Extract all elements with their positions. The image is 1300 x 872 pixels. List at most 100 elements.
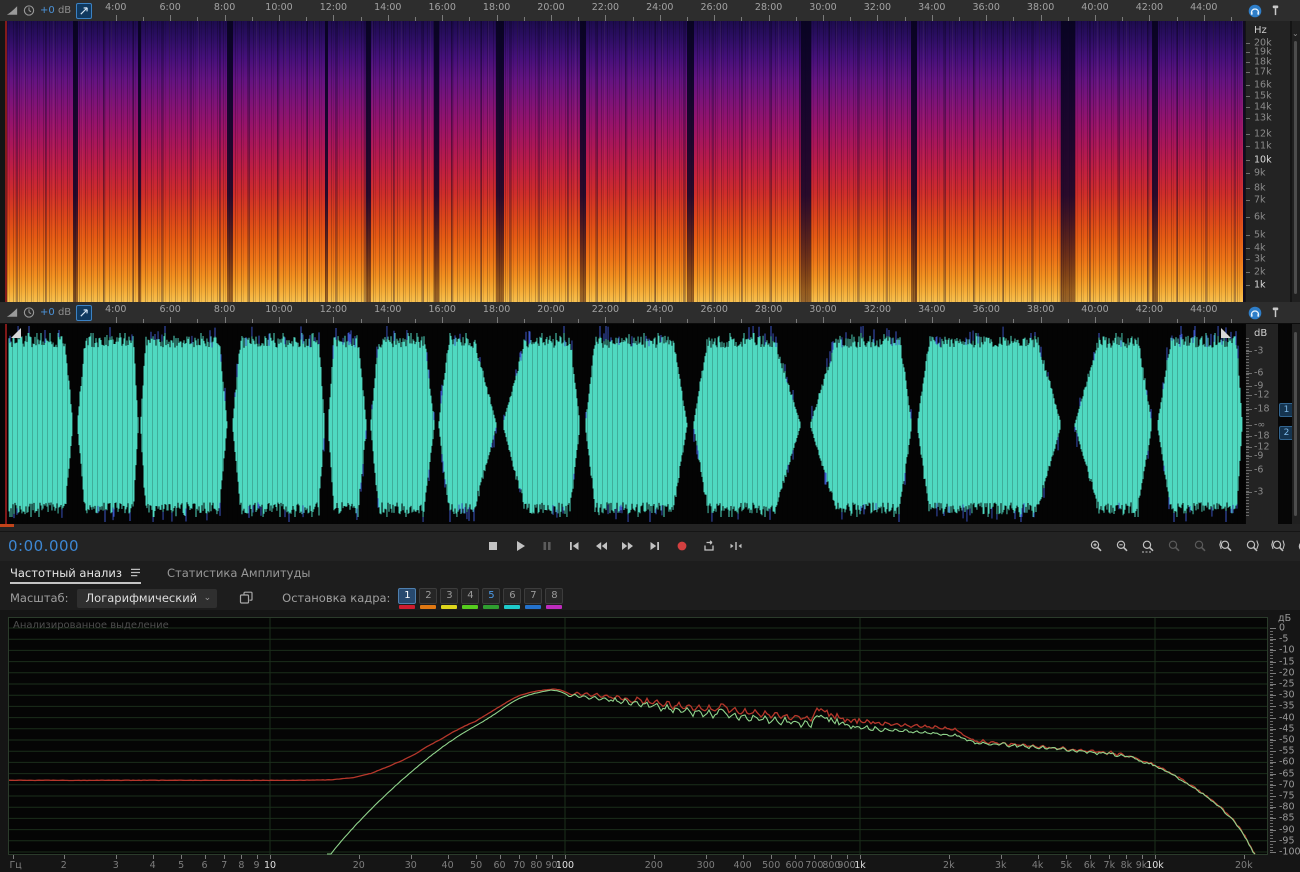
zoom-out-full-button[interactable] bbox=[1164, 536, 1184, 556]
panel-menu-icon[interactable] bbox=[130, 568, 141, 577]
headphones-icon[interactable] bbox=[1248, 4, 1262, 18]
plot-y-label: -40 bbox=[1279, 712, 1295, 724]
vertical-scrollbar[interactable] bbox=[1294, 41, 1297, 294]
pin-playhead-button[interactable] bbox=[76, 304, 92, 321]
plot-canvas[interactable] bbox=[8, 617, 1268, 855]
zoom-in-left-edge-button[interactable] bbox=[1216, 536, 1236, 556]
rewind-button[interactable] bbox=[591, 536, 611, 556]
timeline-ruler-waveform[interactable]: +0 dB 4:00 6:00 8:00 10:00 12:00 14:00 16:00 18… bbox=[0, 302, 1300, 324]
hold-button-8[interactable]: 8 bbox=[545, 587, 564, 604]
vertical-scrollbar[interactable] bbox=[1294, 332, 1297, 516]
plot-x-label: 20 bbox=[352, 860, 365, 871]
frequency-axis[interactable]: Hz 20k 19k 18k 17k 16k 15k 14k 13k 12k 11k 10k 9k 8k… bbox=[1246, 21, 1290, 302]
ruler-tick bbox=[877, 317, 879, 323]
plot-x-label: 7 bbox=[221, 860, 228, 871]
plot-x-tick bbox=[565, 855, 566, 859]
skip-to-end-button[interactable] bbox=[645, 536, 665, 556]
ruler-tick bbox=[251, 319, 253, 323]
scroll-start-marker[interactable] bbox=[0, 524, 14, 527]
headphones-icon[interactable] bbox=[1248, 306, 1262, 320]
hold-button-3[interactable]: 3 bbox=[440, 587, 459, 604]
speed-clock-icon[interactable] bbox=[23, 4, 35, 17]
scale-dropdown[interactable]: Логарифмический ⌄ bbox=[76, 588, 218, 608]
spectrogram-display[interactable] bbox=[7, 21, 1245, 302]
ruler-label: 6:00 bbox=[159, 304, 181, 315]
frequency-plot[interactable]: Анализированное выделение Гц 2 3 4 5 6 7 8 9 10 20… bbox=[0, 610, 1300, 872]
plot-x-tick bbox=[831, 855, 833, 859]
skip-cursor-button[interactable] bbox=[726, 536, 746, 556]
playhead-line[interactable] bbox=[5, 21, 7, 302]
hold-button-2[interactable]: 2 bbox=[419, 587, 438, 604]
freq-axis-tick bbox=[1246, 107, 1250, 108]
plot-x-label: 80 bbox=[530, 860, 543, 871]
ruler-label: 20:00 bbox=[537, 304, 565, 315]
freq-axis-tick bbox=[1246, 72, 1250, 73]
spectrogram-gap bbox=[1151, 21, 1158, 302]
hold-button-4[interactable]: 4 bbox=[461, 587, 480, 604]
hold-button-5[interactable]: 5 bbox=[482, 587, 501, 604]
volume-fade-icon[interactable] bbox=[6, 306, 18, 319]
hold-slot-5: 5 bbox=[482, 587, 501, 609]
waveform-display[interactable] bbox=[7, 324, 1245, 524]
ruler-label: 12:00 bbox=[319, 304, 348, 315]
freq-axis-tick bbox=[1246, 146, 1250, 147]
freq-axis-label: 16k bbox=[1254, 79, 1272, 91]
plot-x-tick bbox=[181, 855, 183, 859]
db-axis-label: -12 bbox=[1254, 389, 1270, 401]
hold-button-1[interactable]: 1 bbox=[398, 587, 417, 604]
zoom-out-horizontal-button[interactable] bbox=[1112, 536, 1132, 556]
stop-button[interactable] bbox=[483, 536, 503, 556]
hold-button-6[interactable]: 6 bbox=[503, 587, 522, 604]
ruler-label: 42:00 bbox=[1135, 304, 1164, 315]
ruler-tick bbox=[469, 319, 471, 323]
time-display[interactable]: 0:00.000 bbox=[8, 537, 79, 555]
analysis-controls: Масштаб: Логарифмический ⌄ Остановка кад… bbox=[0, 586, 1300, 610]
gain-readout[interactable]: +0 dB bbox=[40, 307, 71, 318]
plot-overlay-label: Анализированное выделение bbox=[13, 620, 169, 631]
tab-frequency-analysis[interactable]: Частотный анализ bbox=[10, 561, 141, 584]
freq-axis-tick bbox=[1246, 173, 1250, 174]
ruler-tick bbox=[1067, 319, 1069, 323]
freq-axis-label: 13k bbox=[1254, 112, 1272, 124]
db-axis-tick bbox=[1246, 373, 1252, 374]
plot-x-label: 30 bbox=[404, 860, 417, 871]
zoom-reset-button[interactable] bbox=[1190, 536, 1210, 556]
copy-frame-button[interactable] bbox=[239, 591, 254, 605]
waveform-scroll-strip[interactable] bbox=[1292, 324, 1300, 524]
skip-to-start-button[interactable] bbox=[564, 536, 584, 556]
zoom-in-right-edge-button[interactable] bbox=[1242, 536, 1262, 556]
plot-x-label: 6k bbox=[1083, 860, 1096, 871]
ruler-tick bbox=[687, 319, 688, 323]
restore-zoom-button[interactable] bbox=[1294, 536, 1300, 556]
pin-icon[interactable] bbox=[1270, 4, 1281, 17]
spectrogram-scroll-strip[interactable]: ⌄ bbox=[1292, 21, 1300, 302]
record-button[interactable] bbox=[672, 536, 692, 556]
zoom-selection-horizontal-button[interactable] bbox=[1268, 536, 1288, 556]
pause-button[interactable] bbox=[537, 536, 557, 556]
plot-x-tick bbox=[224, 855, 226, 859]
speed-clock-icon[interactable] bbox=[23, 306, 35, 319]
freq-axis-label: 5k bbox=[1254, 229, 1266, 241]
loop-playback-button[interactable] bbox=[699, 536, 719, 556]
pin-playhead-button[interactable] bbox=[76, 2, 92, 19]
spectrogram-gap bbox=[911, 21, 918, 302]
zoom-to-selection-button[interactable] bbox=[1138, 536, 1158, 556]
plot-x-tick bbox=[241, 855, 243, 859]
plot-x-tick bbox=[1243, 855, 1245, 859]
panel-menu-chevron-icon[interactable]: ⌄ bbox=[1292, 29, 1299, 38]
tab-amplitude-statistics[interactable]: Статистика Амплитуды bbox=[167, 561, 311, 584]
gain-readout[interactable]: +0 dB bbox=[40, 5, 71, 16]
db-axis-minor-ticks bbox=[1246, 338, 1249, 518]
playhead-line[interactable] bbox=[5, 324, 7, 524]
timeline-ruler-spectrogram[interactable]: +0 dB 4:00 6:00 8:00 10:00 12:00 14:00 16:00 18… bbox=[0, 0, 1300, 22]
pin-icon[interactable] bbox=[1270, 306, 1281, 319]
ruler-label: 16:00 bbox=[428, 2, 456, 13]
fast-forward-button[interactable] bbox=[618, 536, 638, 556]
db-axis[interactable]: dB -3 -6 -9 -12 -18 -∞ -18 -12 -9 -6 -3 bbox=[1246, 324, 1278, 524]
play-button[interactable] bbox=[510, 536, 530, 556]
zoom-in-horizontal-button[interactable] bbox=[1086, 536, 1106, 556]
plot-y-label: -65 bbox=[1279, 768, 1295, 780]
volume-fade-icon[interactable] bbox=[6, 4, 18, 17]
hold-button-7[interactable]: 7 bbox=[524, 587, 543, 604]
spectrogram-row: Hz 20k 19k 18k 17k 16k 15k 14k 13k 12k 11k 10k 9k 8k… bbox=[0, 21, 1300, 302]
